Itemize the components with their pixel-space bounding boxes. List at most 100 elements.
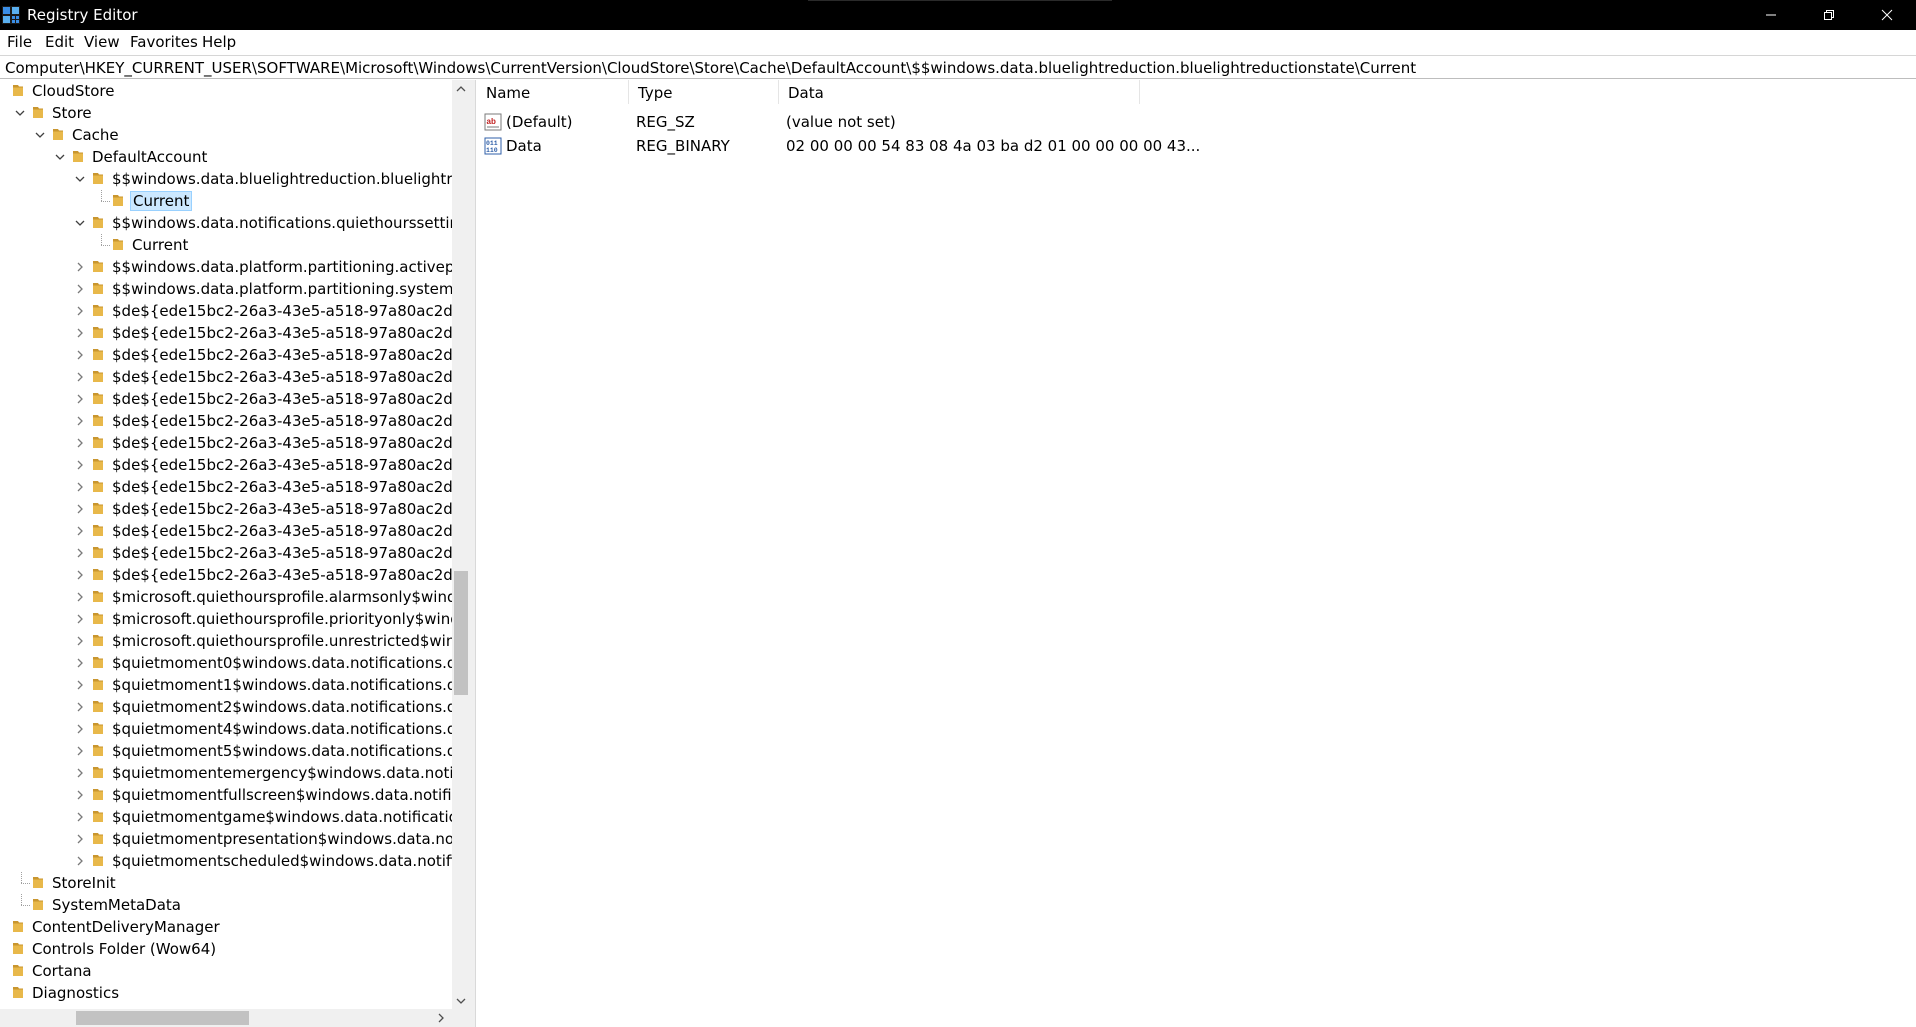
tree-item[interactable]: $quietmomentemergency$windows.data.notif… xyxy=(0,762,452,784)
scroll-right-button[interactable] xyxy=(432,1009,450,1027)
tree-horizontal-scroll-thumb[interactable] xyxy=(76,1011,249,1025)
minimize-button[interactable] xyxy=(1742,0,1800,30)
chevron-right-icon[interactable] xyxy=(72,501,88,517)
column-header-type[interactable]: Type xyxy=(629,80,779,104)
tree-item[interactable]: $microsoft.quiethoursprofile.alarmsonly$… xyxy=(0,586,452,608)
tree-item[interactable]: Store xyxy=(0,102,452,124)
chevron-right-icon[interactable] xyxy=(72,347,88,363)
value-row[interactable]: ab (Default) REG_SZ (value not set) xyxy=(477,110,1916,134)
chevron-down-icon[interactable] xyxy=(72,171,88,187)
tree-item[interactable]: Current xyxy=(0,190,452,212)
scroll-up-button[interactable] xyxy=(452,80,470,98)
tree-item[interactable]: $de${ede15bc2-26a3-43e5-a518-97a80ac2d89… xyxy=(0,300,452,322)
chevron-right-icon[interactable] xyxy=(72,655,88,671)
tree-item[interactable]: $quietmoment0$windows.data.notifications… xyxy=(0,652,452,674)
chevron-right-icon[interactable] xyxy=(72,435,88,451)
tree-item[interactable]: $$windows.data.bluelightreduction.blueli… xyxy=(0,168,452,190)
tree-item[interactable]: ContentDeliveryManager xyxy=(0,916,452,938)
tree-item[interactable]: CloudStore xyxy=(0,80,452,102)
folder-icon xyxy=(93,679,103,690)
menu-favorites[interactable]: Favorites xyxy=(130,33,198,51)
chevron-right-icon[interactable] xyxy=(72,853,88,869)
chevron-right-icon[interactable] xyxy=(72,633,88,649)
tree-item[interactable]: Cache xyxy=(0,124,452,146)
chevron-right-icon[interactable] xyxy=(72,303,88,319)
tree-item[interactable]: Controls Folder (Wow64) xyxy=(0,938,452,960)
tree-item[interactable]: $de${ede15bc2-26a3-43e5-a518-97a80ac2d89… xyxy=(0,366,452,388)
chevron-right-icon[interactable] xyxy=(72,281,88,297)
tree-vertical-scrollbar[interactable] xyxy=(452,80,470,1010)
tree-item[interactable]: $microsoft.quiethoursprofile.priorityonl… xyxy=(0,608,452,630)
address-path[interactable]: Computer\HKEY_CURRENT_USER\SOFTWARE\Micr… xyxy=(5,59,1416,77)
tree-item[interactable]: Cortana xyxy=(0,960,452,982)
tree-item[interactable]: $de${ede15bc2-26a3-43e5-a518-97a80ac2d89… xyxy=(0,454,452,476)
chevron-down-icon[interactable] xyxy=(12,105,28,121)
tree-item[interactable]: $$windows.data.notifications.quiethourss… xyxy=(0,212,452,234)
menu-edit[interactable]: Edit xyxy=(45,33,74,51)
tree-item[interactable]: Current xyxy=(0,234,452,256)
column-header-data[interactable]: Data xyxy=(779,80,1140,104)
tree-item[interactable]: DefaultAccount xyxy=(0,146,452,168)
close-button[interactable] xyxy=(1858,0,1916,30)
tree-item[interactable]: $de${ede15bc2-26a3-43e5-a518-97a80ac2d89… xyxy=(0,498,452,520)
chevron-right-icon[interactable] xyxy=(72,523,88,539)
chevron-right-icon[interactable] xyxy=(72,787,88,803)
chevron-right-icon[interactable] xyxy=(72,457,88,473)
chevron-right-icon[interactable] xyxy=(72,545,88,561)
chevron-right-icon[interactable] xyxy=(72,391,88,407)
chevron-right-icon[interactable] xyxy=(72,699,88,715)
scroll-down-button[interactable] xyxy=(452,992,470,1010)
chevron-right-icon[interactable] xyxy=(72,831,88,847)
menu-file[interactable]: File xyxy=(7,33,32,51)
tree-item[interactable]: $de${ede15bc2-26a3-43e5-a518-97a80ac2d89… xyxy=(0,520,452,542)
pane-splitter[interactable] xyxy=(470,80,476,1027)
tree-item[interactable]: $de${ede15bc2-26a3-43e5-a518-97a80ac2d89… xyxy=(0,476,452,498)
tree-item[interactable]: $de${ede15bc2-26a3-43e5-a518-97a80ac2d89… xyxy=(0,410,452,432)
chevron-down-icon[interactable] xyxy=(52,149,68,165)
tree-item[interactable]: $de${ede15bc2-26a3-43e5-a518-97a80ac2d89… xyxy=(0,388,452,410)
chevron-right-icon[interactable] xyxy=(72,765,88,781)
chevron-right-icon[interactable] xyxy=(72,721,88,737)
chevron-right-icon[interactable] xyxy=(72,259,88,275)
tree-item[interactable]: $quietmoment4$windows.data.notifications… xyxy=(0,718,452,740)
tree-item[interactable]: $microsoft.quiethoursprofile.unrestricte… xyxy=(0,630,452,652)
tree-item[interactable]: $quietmomentgame$windows.data.notificati… xyxy=(0,806,452,828)
chevron-right-icon[interactable] xyxy=(72,589,88,605)
address-bar[interactable]: Computer\HKEY_CURRENT_USER\SOFTWARE\Micr… xyxy=(0,55,1916,79)
tree-item[interactable]: $quietmomentfullscreen$windows.data.noti… xyxy=(0,784,452,806)
tree-item[interactable]: $quietmoment5$windows.data.notifications… xyxy=(0,740,452,762)
tree-item[interactable]: $$windows.data.platform.partitioning.act… xyxy=(0,256,452,278)
chevron-down-icon[interactable] xyxy=(32,127,48,143)
chevron-right-icon[interactable] xyxy=(72,611,88,627)
menu-view[interactable]: View xyxy=(84,33,120,51)
chevron-right-icon[interactable] xyxy=(72,479,88,495)
chevron-right-icon[interactable] xyxy=(72,325,88,341)
value-row[interactable]: 011 110 Data REG_BINARY 02 00 00 00 54 8… xyxy=(477,134,1916,158)
tree-item[interactable]: $$windows.data.platform.partitioning.sys… xyxy=(0,278,452,300)
tree-item[interactable]: $de${ede15bc2-26a3-43e5-a518-97a80ac2d89… xyxy=(0,542,452,564)
tree-item[interactable]: $quietmoment2$windows.data.notifications… xyxy=(0,696,452,718)
chevron-down-icon[interactable] xyxy=(72,215,88,231)
chevron-right-icon[interactable] xyxy=(72,567,88,583)
restore-button[interactable] xyxy=(1800,0,1858,30)
tree-item[interactable]: SystemMetaData xyxy=(0,894,452,916)
column-header-name[interactable]: Name xyxy=(477,80,629,104)
tree-vertical-scroll-thumb[interactable] xyxy=(454,571,468,695)
tree-item-label: DefaultAccount xyxy=(92,148,208,166)
tree-item[interactable]: $quietmoment1$windows.data.notifications… xyxy=(0,674,452,696)
chevron-right-icon[interactable] xyxy=(72,369,88,385)
tree-item[interactable]: $de${ede15bc2-26a3-43e5-a518-97a80ac2d89… xyxy=(0,432,452,454)
chevron-right-icon[interactable] xyxy=(72,743,88,759)
tree-horizontal-scrollbar[interactable] xyxy=(0,1009,452,1027)
tree-item[interactable]: $de${ede15bc2-26a3-43e5-a518-97a80ac2d89… xyxy=(0,344,452,366)
tree-item[interactable]: StoreInit xyxy=(0,872,452,894)
tree-item[interactable]: $de${ede15bc2-26a3-43e5-a518-97a80ac2d89… xyxy=(0,322,452,344)
tree-item[interactable]: $de${ede15bc2-26a3-43e5-a518-97a80ac2d89… xyxy=(0,564,452,586)
chevron-right-icon[interactable] xyxy=(72,809,88,825)
menu-help[interactable]: Help xyxy=(202,33,236,51)
tree-item[interactable]: Diagnostics xyxy=(0,982,452,1004)
tree-item[interactable]: $quietmomentpresentation$windows.data.no… xyxy=(0,828,452,850)
chevron-right-icon[interactable] xyxy=(72,413,88,429)
chevron-right-icon[interactable] xyxy=(72,677,88,693)
tree-item[interactable]: $quietmomentscheduled$windows.data.notif… xyxy=(0,850,452,872)
